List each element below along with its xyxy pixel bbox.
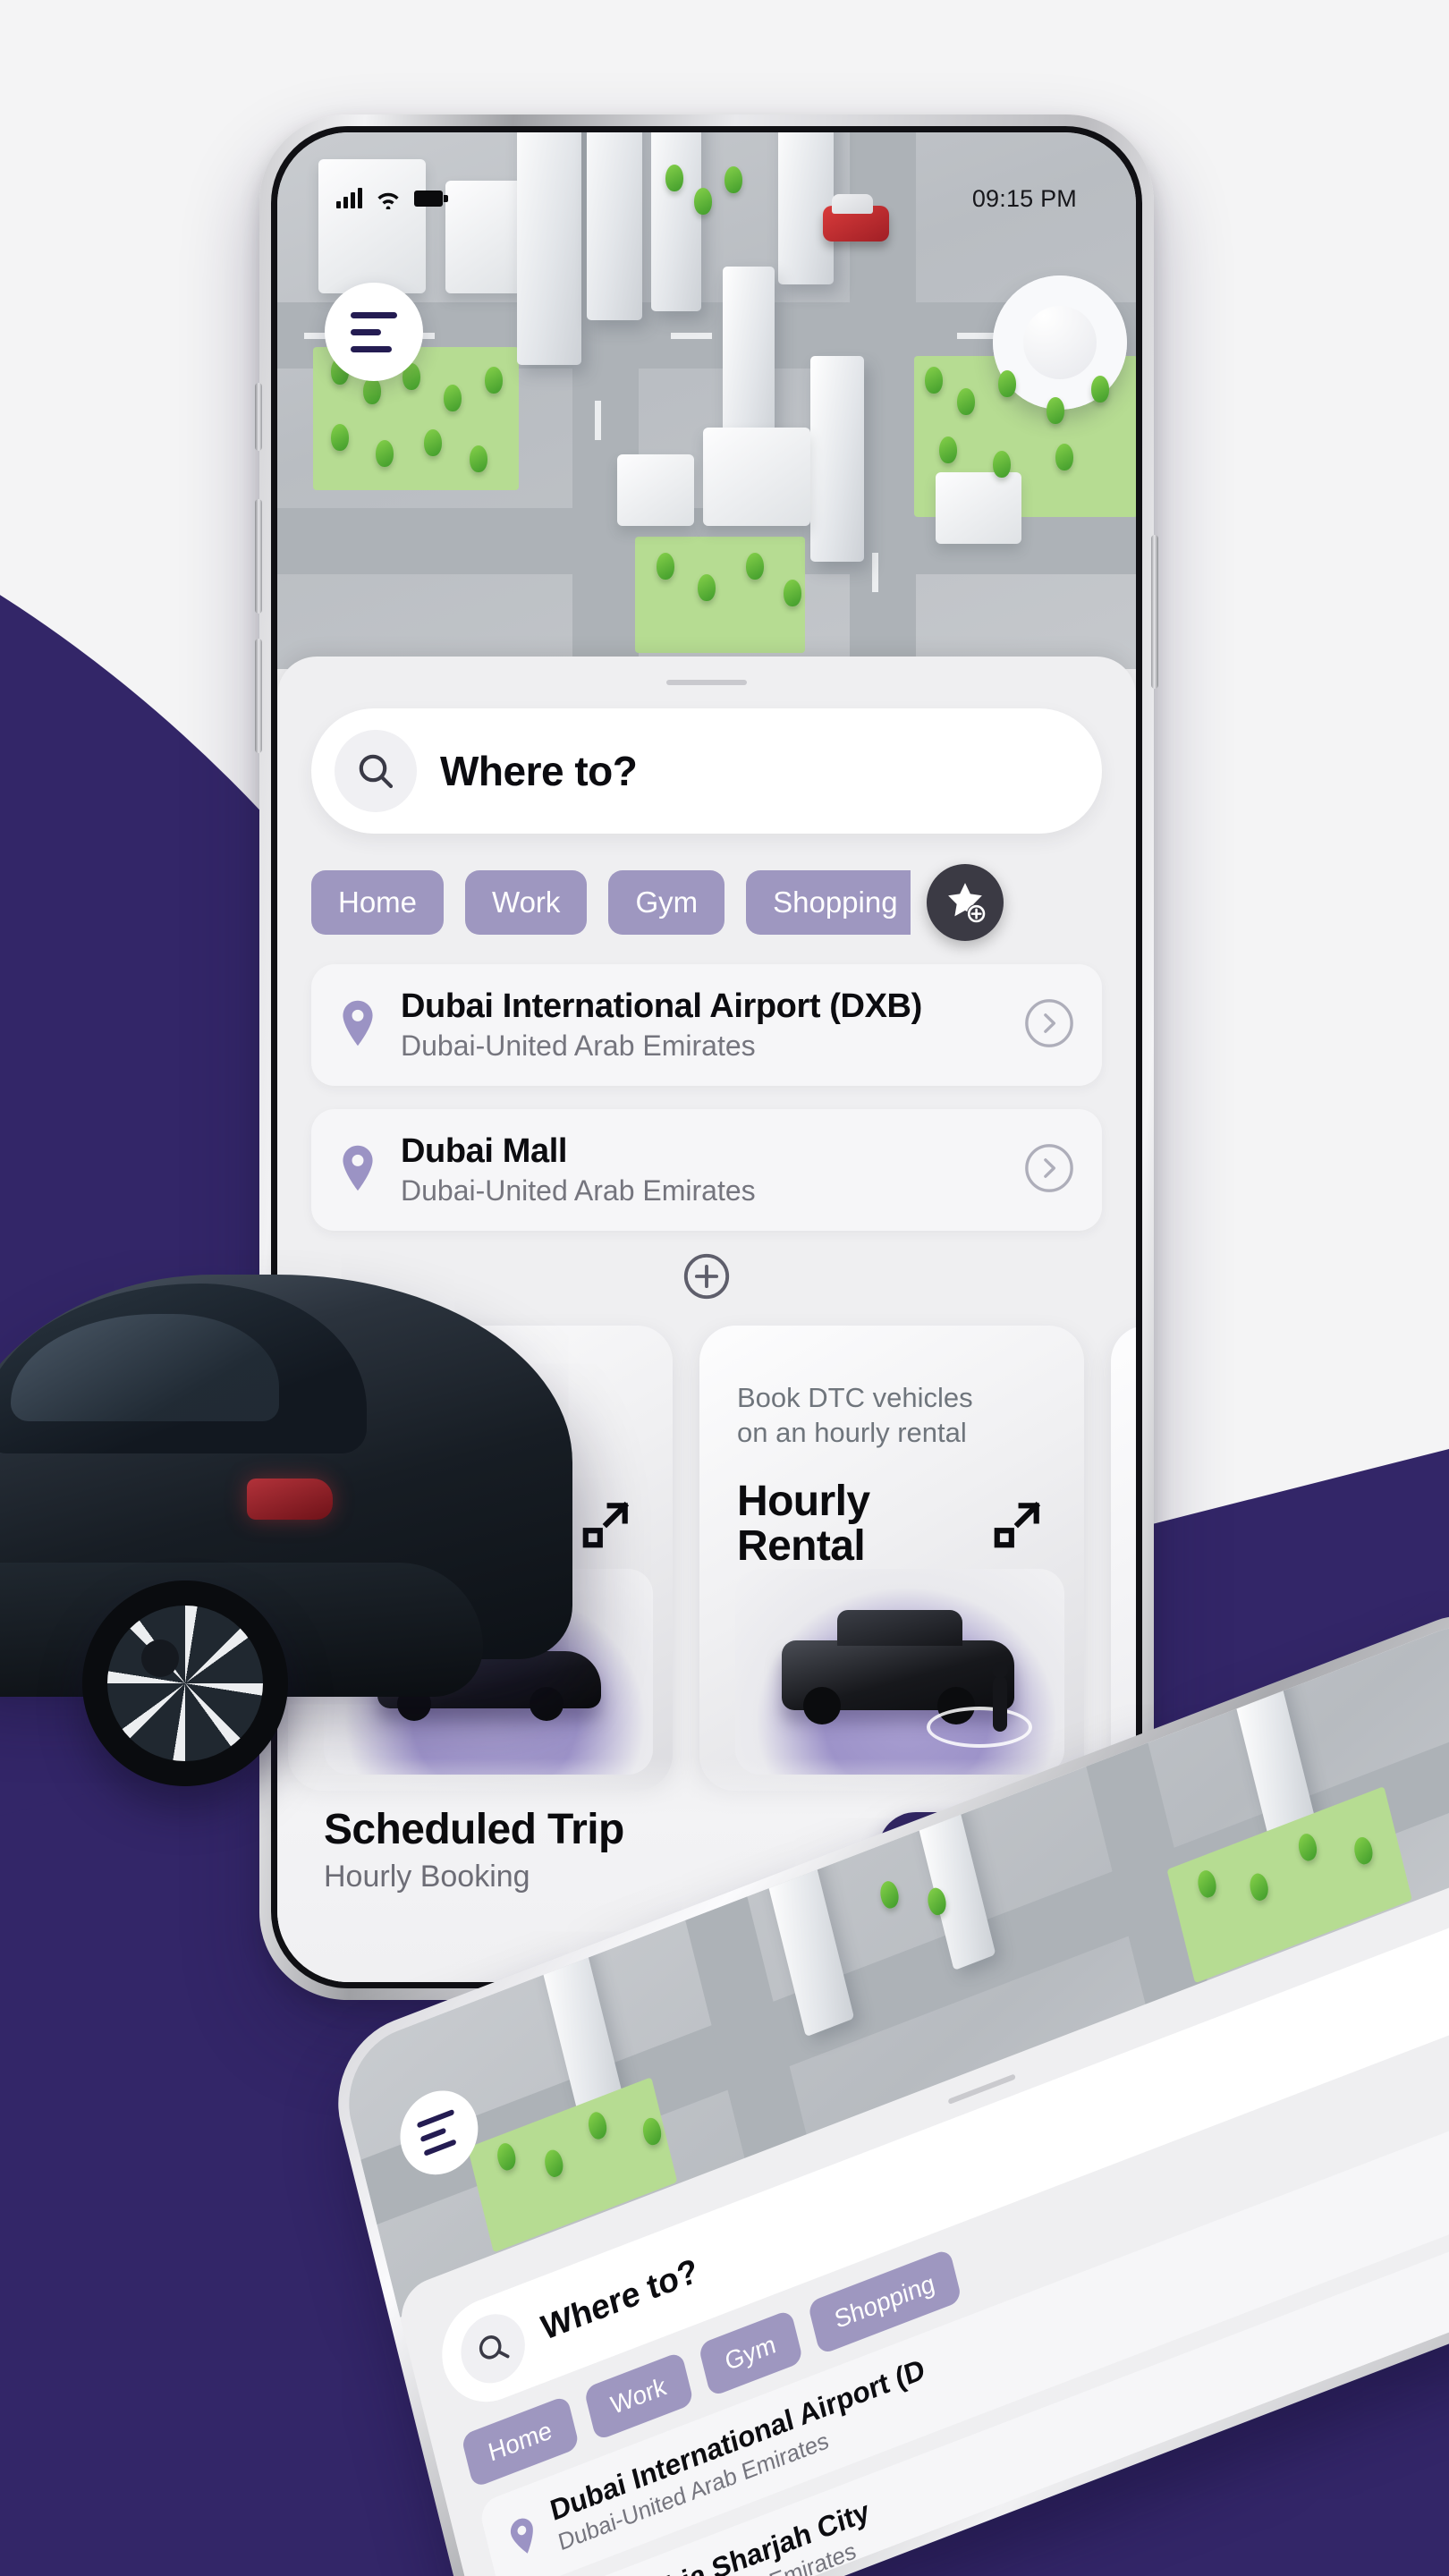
add-stop-button[interactable]: [277, 1250, 1136, 1302]
menu-line: [423, 2139, 457, 2157]
signal-bars-icon: [336, 188, 362, 208]
status-bar-left: [336, 188, 448, 209]
place-title: Dubai Mall: [401, 1132, 568, 1170]
chip-home[interactable]: Home: [311, 870, 445, 935]
search-input-value: Where to?: [440, 748, 638, 794]
phone-bezel: 09:15 PM Where to? Home Work Gym Shoppin…: [271, 126, 1142, 1988]
quick-destination-chips: Home Work Gym Shopping: [311, 864, 1136, 941]
map-pin-icon: [338, 999, 377, 1052]
place-subtitle: Dubai-United Arab Emirates: [401, 1030, 756, 1062]
place-title: Dubai International Airport (DXB): [401, 987, 922, 1025]
place-subtitle: Dubai-United Arab Emirates: [401, 1174, 756, 1207]
map-tower: [723, 267, 775, 454]
map-building: [936, 472, 1021, 544]
scheduled-trip-texts: Scheduled Trip Hourly Booking: [324, 1805, 624, 1894]
phone-volume-down-button[interactable]: [255, 639, 262, 753]
map-tower: [810, 356, 864, 562]
plus-circle-icon: [683, 1253, 730, 1300]
hamburger-menu-icon[interactable]: [325, 283, 423, 381]
map-road-dash: [957, 333, 998, 339]
map-road-dash: [595, 401, 601, 440]
map-road-dash: [872, 553, 878, 592]
phone-silence-switch[interactable]: [255, 383, 262, 451]
arrow-up-right-icon: [578, 1497, 633, 1557]
scheduled-trip-title: Scheduled Trip: [324, 1806, 624, 1853]
sheet-drag-handle[interactable]: [666, 680, 747, 685]
status-bar: 09:15 PM: [277, 132, 1136, 229]
map-building: [703, 428, 810, 526]
list-item-text: Dubai Mall Dubai-United Arab Emirates: [401, 1132, 1000, 1208]
star-plus-icon[interactable]: [926, 864, 1004, 941]
list-item[interactable]: Dubai International Airport (DXB) Dubai-…: [311, 964, 1102, 1086]
service-card-subtitle: Limousine: [326, 1382, 453, 1413]
chevron-right-icon[interactable]: [1023, 997, 1075, 1054]
phone-power-button[interactable]: [1151, 535, 1158, 689]
service-card-carousel[interactable]: Limousine Book DTC vehicles on an hourly…: [288, 1326, 1136, 1791]
service-card-vehicle-image: [324, 1569, 653, 1775]
service-card-title: Hourly Rental: [737, 1478, 870, 1571]
arrow-up-right-icon: [989, 1497, 1045, 1557]
chevron-right-icon[interactable]: [1023, 1142, 1075, 1199]
service-card-subtitle: Book DTC vehicles on an hourly rental: [737, 1382, 973, 1448]
chip-work[interactable]: Work: [465, 870, 588, 935]
service-card-hourly-rental[interactable]: Book DTC vehicles on an hourly rental Ho…: [699, 1326, 1084, 1791]
phone-volume-up-button[interactable]: [255, 499, 262, 614]
map-pin-icon: [504, 2512, 543, 2563]
search-input-value-secondary: Where to?: [537, 2251, 702, 2348]
search-icon: [453, 2304, 532, 2394]
menu-line: [351, 311, 397, 318]
search-input[interactable]: Where to?: [311, 708, 1102, 834]
phone-screen: 09:15 PM Where to? Home Work Gym Shoppin…: [277, 132, 1136, 1982]
map-building: [617, 454, 694, 526]
menu-line: [351, 345, 392, 352]
menu-line: [416, 2108, 455, 2129]
service-card-limousine[interactable]: Limousine: [288, 1326, 673, 1791]
menu-line: [419, 2127, 447, 2143]
bottom-sheet: Where to? Home Work Gym Shopping Dubai I…: [277, 657, 1136, 1982]
battery-icon: [414, 191, 448, 207]
map-road-dash: [671, 333, 712, 339]
chip-shopping[interactable]: Shopping: [746, 870, 911, 935]
service-card-next-peek[interactable]: [1111, 1326, 1136, 1791]
scheduled-trip-subtitle: Hourly Booking: [324, 1860, 530, 1894]
search-icon: [335, 730, 417, 812]
list-item-text: Dubai International Airport (DXB) Dubai-…: [401, 987, 1000, 1063]
map-pin-icon: [338, 1144, 377, 1197]
status-bar-clock: 09:15 PM: [971, 184, 1077, 212]
menu-line: [351, 328, 381, 335]
wifi-icon: [377, 192, 399, 209]
list-item[interactable]: Dubai Mall Dubai-United Arab Emirates: [311, 1109, 1102, 1231]
service-card-vehicle-image: [735, 1569, 1064, 1775]
phone-mockup-primary: 09:15 PM Where to? Home Work Gym Shoppin…: [255, 114, 1158, 2000]
chip-gym[interactable]: Gym: [608, 870, 725, 935]
